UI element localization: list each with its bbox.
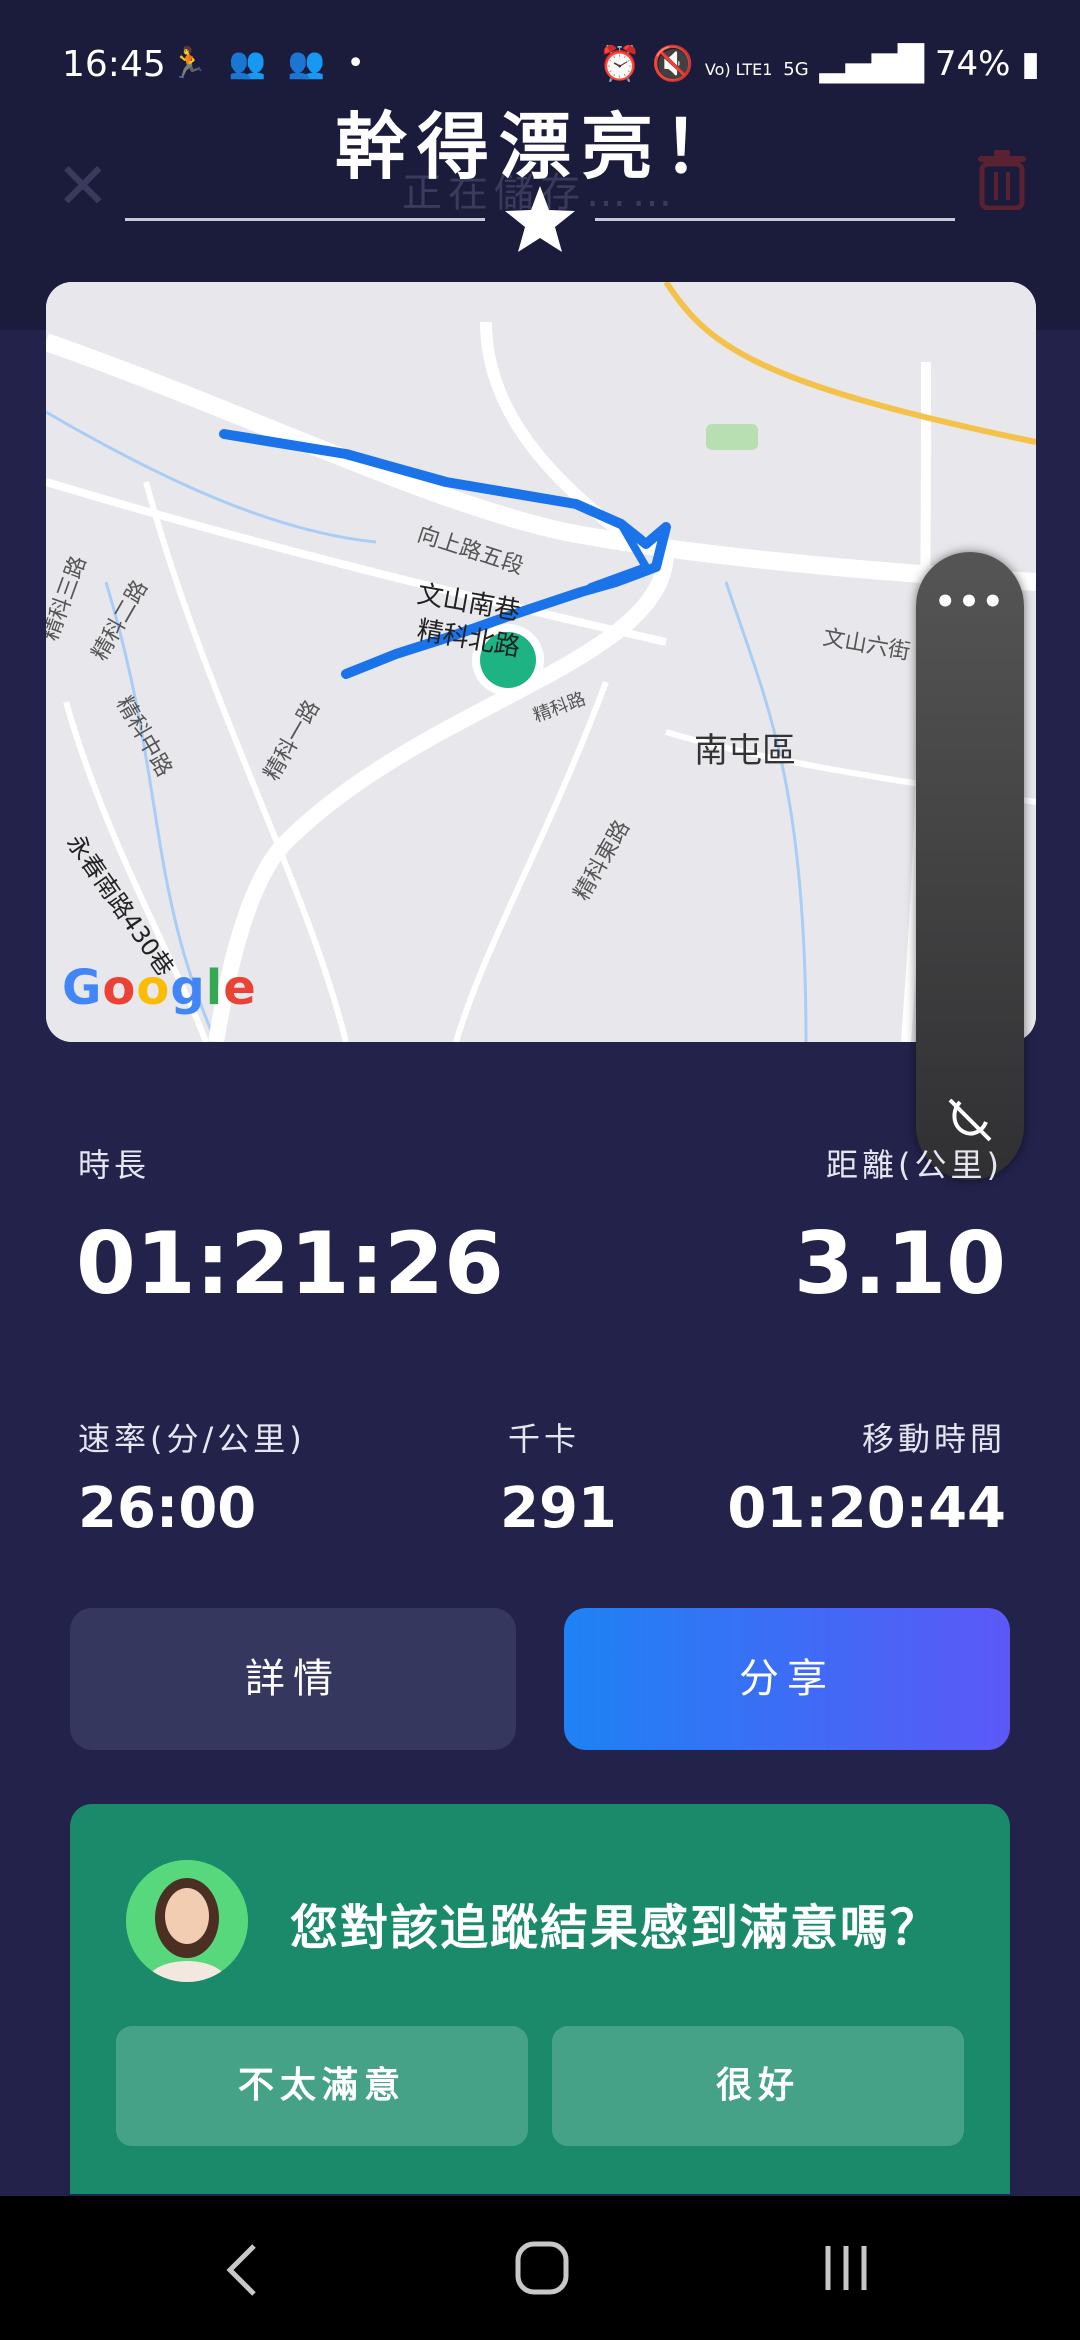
battery-level: 74% [934,44,1011,84]
route-map[interactable]: 向上路五段 文山南巷 精科北路 文山六街 精科二路 精科一路 精科中路 精科東路… [46,282,1036,1042]
volte-label: Vo) LTE1 [704,60,773,79]
dot-icon: • [346,46,371,81]
mute-icon: 🔇 [651,44,695,84]
map-canvas: 向上路五段 文山南巷 精科北路 文山六街 精科二路 精科一路 精科中路 精科東路… [46,282,1036,1042]
distance-label: 距離(公里) [826,1146,1003,1184]
status-time: 16:45 [62,44,166,85]
share-button[interactable]: 分享 [564,1608,1010,1750]
calories-value: 291 [500,1476,617,1541]
not-satisfied-button[interactable]: 不太滿意 [116,2026,528,2146]
people-icon: 👥 [228,46,273,81]
good-button[interactable]: 很好 [552,2026,964,2146]
duration-label: 時長 [78,1146,151,1184]
avatar [126,1860,248,1982]
floating-toolbar[interactable]: ••• [916,552,1024,1180]
star-icon [505,186,575,252]
duration-value: 01:21:26 [76,1214,504,1314]
google-logo: Google [62,960,257,1016]
pace-value: 26:00 [78,1476,257,1541]
calories-label: 千卡 [508,1420,581,1458]
system-icons: ⏰ 🔇 Vo) LTE1 5G ▂▄▆█ 74% ▮ [599,44,1040,84]
divider-left [125,218,485,221]
notification-icons: 🏃 👥 👥 • [170,46,370,81]
divider-right [595,218,955,221]
distance-value: 3.10 [793,1214,1006,1314]
feedback-question: 您對該追蹤結果感到滿意嗎？ [290,1900,941,1956]
details-button[interactable]: 詳情 [70,1608,516,1750]
pace-label: 速率(分/公里) [78,1420,306,1458]
recents-icon[interactable] [820,2242,872,2294]
navigation-bar [0,2196,1080,2340]
alarm-icon: ⏰ [598,44,641,84]
map-label: 南屯區 [694,731,796,771]
back-icon[interactable] [222,2242,262,2298]
more-icon[interactable]: ••• [916,582,1024,622]
running-icon: 🏃 [170,46,214,81]
battery-icon: ▮ [1021,44,1040,84]
people-icon: 👥 [287,46,332,81]
moving-time-value: 01:20:44 [727,1476,1006,1541]
network-type: 5G [783,59,809,80]
signal-icon: ▂▄▆█ [819,44,925,84]
page-title: 幹得漂亮！ [334,105,745,189]
home-icon[interactable] [514,2240,570,2296]
moving-time-label: 移動時間 [861,1420,1006,1458]
